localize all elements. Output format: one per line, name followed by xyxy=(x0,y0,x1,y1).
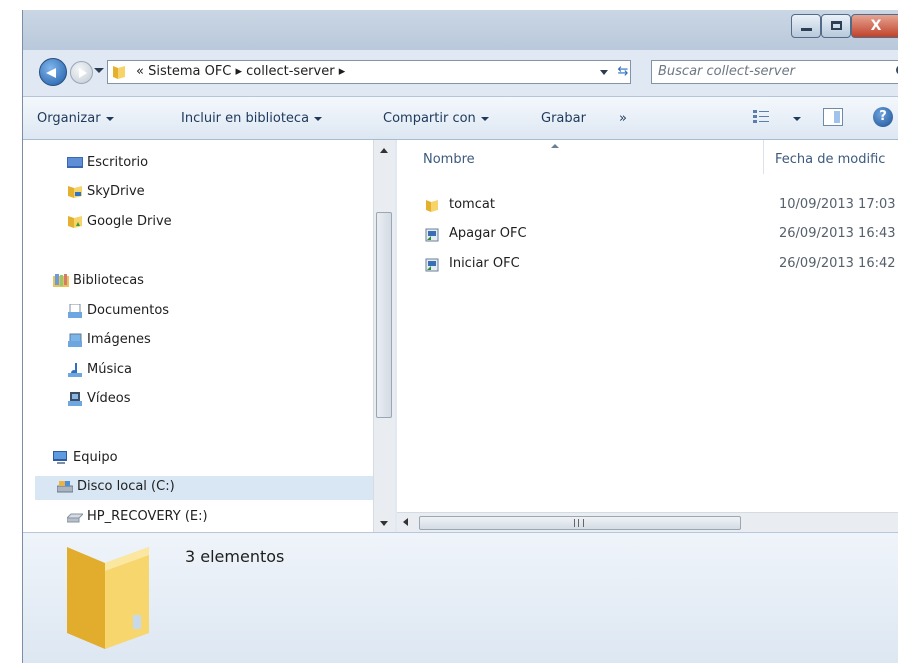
column-divider[interactable] xyxy=(763,140,764,174)
chevron-down-icon xyxy=(105,116,114,121)
folder-icon xyxy=(426,200,438,212)
table-row[interactable]: tomcat 10/09/2013 17:03 xyxy=(397,194,898,218)
file-name: tomcat xyxy=(449,197,495,212)
organize-menu[interactable]: Organizar xyxy=(37,111,114,126)
chevron-down-icon xyxy=(314,116,323,121)
minimize-button[interactable] xyxy=(791,14,821,38)
libraries-icon xyxy=(53,274,69,287)
navigation-scrollbar[interactable] xyxy=(373,140,395,532)
folder-icon xyxy=(67,547,149,649)
column-header-name[interactable]: Nombre xyxy=(423,152,475,167)
documents-icon xyxy=(68,304,82,318)
file-list: Nombre Fecha de modific tomcat 10/09/201… xyxy=(397,140,898,532)
scrollbar-thumb[interactable] xyxy=(419,516,741,530)
close-button[interactable]: X xyxy=(851,14,898,38)
sidebar-item-label: Bibliotecas xyxy=(73,273,144,288)
sidebar-item-label: Imágenes xyxy=(87,332,151,347)
command-bar: Organizar Incluir en biblioteca Comparti… xyxy=(23,96,898,140)
scroll-left-icon[interactable] xyxy=(403,518,408,526)
skydrive-icon xyxy=(68,186,82,198)
grip-icon xyxy=(574,519,584,527)
organize-label: Organizar xyxy=(37,111,101,126)
scroll-up-icon[interactable] xyxy=(380,148,388,153)
horizontal-scrollbar[interactable] xyxy=(397,512,898,532)
desktop-icon xyxy=(67,157,83,168)
table-row[interactable]: Apagar OFC 26/09/2013 16:43 xyxy=(397,223,898,247)
details-pane: 3 elementos xyxy=(23,532,898,663)
recent-pages-dropdown-icon[interactable] xyxy=(94,68,104,73)
maximize-icon xyxy=(831,21,842,30)
burn-button[interactable]: Grabar xyxy=(541,111,586,126)
sidebar-item-label: Documentos xyxy=(87,303,170,318)
sidebar-item-label: Vídeos xyxy=(87,391,131,406)
include-library-menu[interactable]: Incluir en biblioteca xyxy=(181,111,323,126)
sidebar-item-label: HP_RECOVERY (E:) xyxy=(87,509,208,524)
music-icon xyxy=(68,363,82,377)
item-count: 3 elementos xyxy=(185,547,285,566)
navigation-pane: Escritorio SkyDrive Google Drive Bibliot… xyxy=(23,140,395,532)
sidebar-item-label: Google Drive xyxy=(87,214,172,229)
file-name: Apagar OFC xyxy=(449,226,527,241)
share-with-menu[interactable]: Compartir con xyxy=(383,111,489,126)
breadcrumb[interactable]: « Sistema OFC ▸ collect-server ▸ xyxy=(136,64,345,79)
table-row[interactable]: Iniciar OFC 26/09/2013 16:42 xyxy=(397,253,898,277)
sort-ascending-icon xyxy=(551,144,559,148)
sidebar-item-disco-local[interactable]: Disco local (C:) xyxy=(35,476,393,500)
more-commands-button[interactable]: » xyxy=(619,111,627,126)
help-icon[interactable]: ? xyxy=(873,107,893,127)
sidebar-item-label: Música xyxy=(87,362,132,377)
computer-icon xyxy=(53,451,67,464)
change-view-icon[interactable] xyxy=(753,110,769,124)
address-dropdown-icon[interactable] xyxy=(600,70,608,75)
column-header-date[interactable]: Fecha de modific xyxy=(775,152,885,167)
scroll-down-icon[interactable] xyxy=(380,521,388,526)
sidebar-item-label: SkyDrive xyxy=(87,184,145,199)
back-button[interactable] xyxy=(39,58,67,86)
local-disk-icon xyxy=(57,481,73,493)
file-date: 10/09/2013 17:03 xyxy=(779,197,896,212)
include-library-label: Incluir en biblioteca xyxy=(181,111,310,126)
maximize-button[interactable] xyxy=(821,14,851,38)
title-bar[interactable]: X xyxy=(23,10,898,50)
sidebar-item-label: Equipo xyxy=(73,450,118,465)
sidebar-item-label: Escritorio xyxy=(87,155,149,170)
folder-icon xyxy=(113,66,125,79)
explorer-window: X « Sistema OFC ▸ collect-server ▸ ⇆ Bus… xyxy=(22,10,898,663)
view-options-dropdown-icon[interactable] xyxy=(793,117,801,121)
preview-pane-icon[interactable] xyxy=(823,108,843,126)
forward-button[interactable] xyxy=(70,61,93,84)
file-name: Iniciar OFC xyxy=(449,256,520,271)
address-bar[interactable]: « Sistema OFC ▸ collect-server ▸ ⇆ xyxy=(107,60,631,84)
file-date: 26/09/2013 16:42 xyxy=(779,256,896,271)
file-date: 26/09/2013 16:43 xyxy=(779,226,896,241)
videos-icon xyxy=(68,392,82,406)
scrollbar-thumb[interactable] xyxy=(376,212,392,418)
google-drive-icon xyxy=(68,216,82,228)
refresh-icon[interactable]: ⇆ xyxy=(614,63,632,81)
drive-icon xyxy=(67,513,83,523)
minimize-icon xyxy=(801,28,812,31)
navigation-bar: « Sistema OFC ▸ collect-server ▸ ⇆ Busca… xyxy=(23,54,898,88)
shortcut-icon xyxy=(425,228,439,242)
search-input[interactable]: Buscar collect-server xyxy=(651,60,898,84)
search-placeholder: Buscar collect-server xyxy=(658,64,795,79)
sidebar-item-label: Disco local (C:) xyxy=(77,479,175,494)
shortcut-icon xyxy=(425,258,439,272)
chevron-down-icon xyxy=(480,116,489,121)
share-with-label: Compartir con xyxy=(383,111,476,126)
pictures-icon xyxy=(68,333,82,347)
